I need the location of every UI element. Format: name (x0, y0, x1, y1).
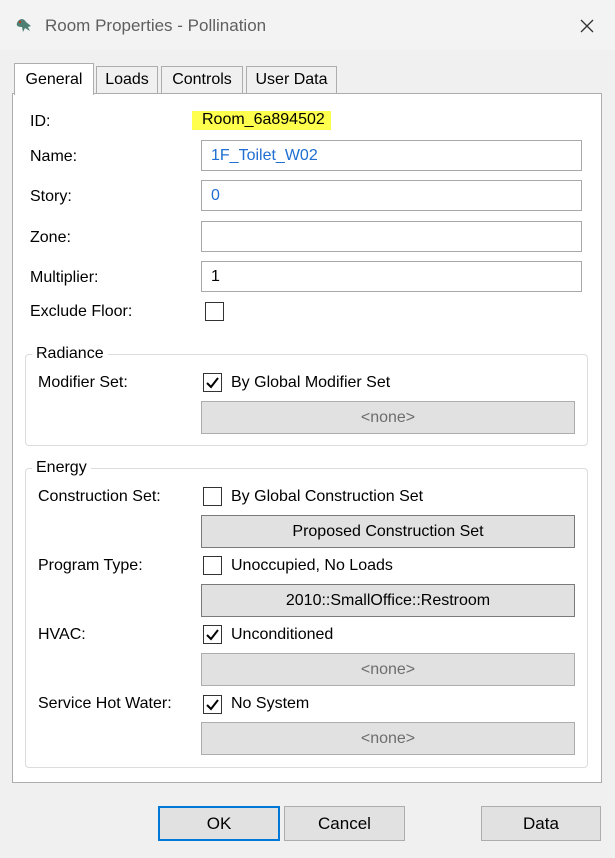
name-field[interactable]: 1F_Toilet_W02 (201, 140, 582, 171)
service-hot-water-checkbox[interactable] (203, 695, 222, 714)
checkmark-icon (206, 377, 219, 389)
construction-set-checkbox[interactable] (203, 487, 222, 506)
window-title: Room Properties - Pollination (45, 16, 267, 35)
zone-label: Zone: (30, 229, 71, 246)
zone-field[interactable] (201, 221, 582, 252)
service-hot-water-button[interactable]: <none> (201, 722, 575, 755)
close-icon[interactable] (570, 10, 604, 42)
construction-set-button[interactable]: Proposed Construction Set (201, 515, 575, 548)
cancel-button[interactable]: Cancel (284, 806, 405, 841)
exclude-floor-label: Exclude Floor: (30, 303, 133, 320)
ok-button[interactable]: OK (158, 806, 280, 841)
service-hot-water-label: Service Hot Water: (38, 695, 172, 712)
modifier-set-checkbox-label[interactable]: By Global Modifier Set (231, 374, 390, 392)
id-value: Room_6a894502 (192, 111, 331, 130)
modifier-set-button[interactable]: <none> (201, 401, 575, 434)
program-type-label: Program Type: (38, 557, 143, 574)
radiance-group-title: Radiance (32, 345, 108, 363)
modifier-set-checkbox[interactable] (203, 373, 222, 392)
energy-group-title: Energy (32, 459, 91, 477)
tab-loads[interactable]: Loads (96, 66, 158, 94)
checkmark-icon (206, 699, 219, 711)
story-field[interactable]: 0 (201, 180, 582, 211)
title-bar: Room Properties - Pollination (0, 0, 615, 50)
name-label: Name: (30, 148, 78, 165)
hvac-label: HVAC: (38, 626, 86, 643)
exclude-floor-checkbox[interactable] (205, 302, 224, 321)
hvac-checkbox-label[interactable]: Unconditioned (231, 626, 333, 644)
story-label: Story: (30, 188, 72, 205)
program-type-checkbox-label[interactable]: Unoccupied, No Loads (231, 557, 393, 575)
data-button[interactable]: Data (481, 806, 601, 841)
multiplier-field[interactable]: 1 (201, 261, 582, 292)
multiplier-label: Multiplier: (30, 269, 99, 286)
program-type-checkbox[interactable] (203, 556, 222, 575)
id-label: ID: (30, 113, 51, 130)
service-hot-water-checkbox-label[interactable]: No System (231, 695, 309, 713)
program-type-button[interactable]: 2010::SmallOffice::Restroom (201, 584, 575, 617)
tab-controls[interactable]: Controls (161, 66, 243, 94)
id-value-text: Room_6a894502 (192, 111, 331, 130)
construction-set-label: Construction Set: (38, 488, 161, 505)
modifier-set-label: Modifier Set: (38, 374, 128, 391)
pollination-app-icon (14, 15, 34, 35)
tab-user-data[interactable]: User Data (246, 66, 337, 94)
hvac-checkbox[interactable] (203, 625, 222, 644)
hvac-button[interactable]: <none> (201, 653, 575, 686)
checkmark-icon (206, 629, 219, 641)
construction-set-checkbox-label[interactable]: By Global Construction Set (231, 488, 423, 506)
tab-general[interactable]: General (14, 63, 94, 95)
